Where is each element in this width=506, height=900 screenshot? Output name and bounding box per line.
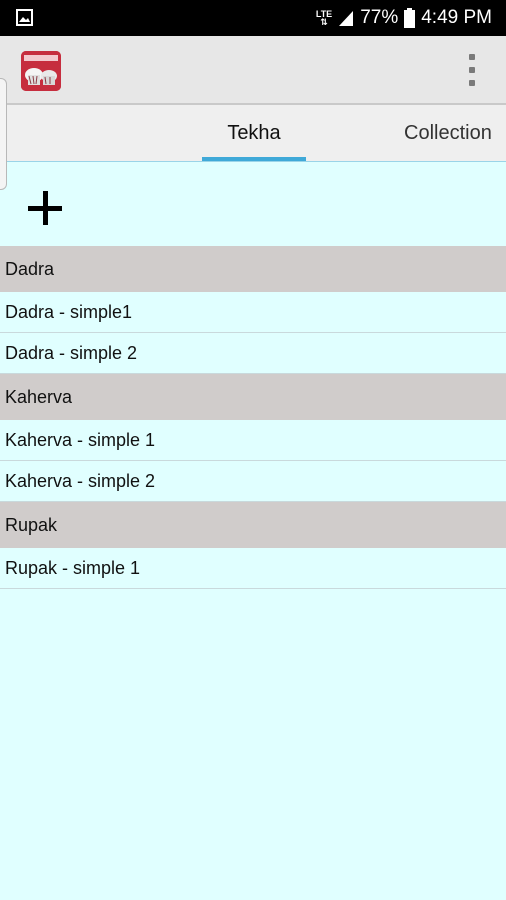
app-logo-icon[interactable] bbox=[21, 51, 61, 91]
tab-tekha[interactable]: Tekha bbox=[202, 105, 306, 161]
signal-icon bbox=[339, 10, 354, 26]
group-header-kaherva: Kaherva bbox=[0, 374, 506, 420]
gallery-notification-icon bbox=[16, 9, 33, 26]
tab-bar: Tekha Collection bbox=[0, 105, 506, 162]
tab-indicator bbox=[202, 157, 306, 161]
tab-collection[interactable]: Collection bbox=[404, 105, 506, 161]
app-bar bbox=[0, 36, 506, 105]
list-item[interactable]: Kaherva - simple 1 bbox=[0, 420, 506, 461]
overflow-menu-icon[interactable] bbox=[468, 54, 476, 86]
battery-percent: 77% bbox=[360, 7, 399, 28]
network-type-icon: LTE ⇅ bbox=[315, 9, 333, 27]
group-header-dadra: Dadra bbox=[0, 246, 506, 292]
list-item[interactable]: Dadra - simple1 bbox=[0, 292, 506, 333]
list-item[interactable]: Rupak - simple 1 bbox=[0, 548, 506, 589]
group-header-rupak: Rupak bbox=[0, 502, 506, 548]
battery-icon bbox=[404, 8, 416, 28]
add-button[interactable] bbox=[26, 190, 64, 228]
status-bar: LTE ⇅ 77% 4:49 PM bbox=[0, 0, 506, 36]
clock: 4:49 PM bbox=[421, 7, 492, 28]
drawer-handle[interactable] bbox=[0, 78, 7, 190]
list-item[interactable]: Dadra - simple 2 bbox=[0, 333, 506, 374]
tekha-list: Dadra Dadra - simple1 Dadra - simple 2 K… bbox=[0, 246, 506, 589]
list-item[interactable]: Kaherva - simple 2 bbox=[0, 461, 506, 502]
